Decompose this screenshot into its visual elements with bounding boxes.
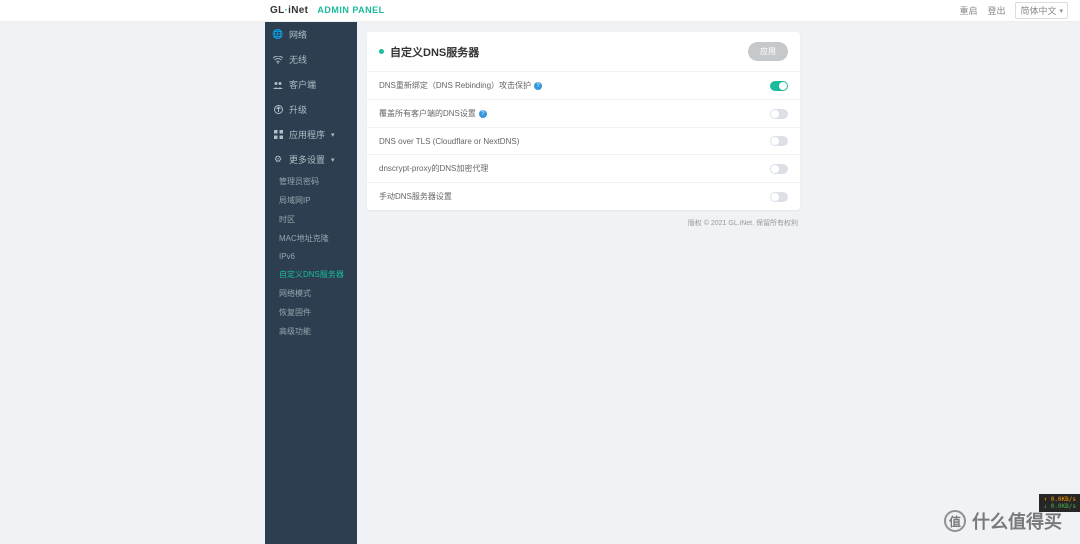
sidebar-item-wireless[interactable]: 无线: [265, 47, 357, 72]
setting-label: 覆盖所有客户端的DNS设置: [379, 108, 476, 119]
reboot-link[interactable]: 重启: [959, 4, 977, 17]
sidebar-sub-lan-ip[interactable]: 局域网IP: [265, 191, 357, 210]
sidebar-item-apps[interactable]: 应用程序 ▾: [265, 122, 357, 147]
setting-row: dnscrypt-proxy的DNS加密代理: [367, 154, 800, 182]
sidebar-item-upgrade[interactable]: 升级: [265, 97, 357, 122]
toggle-dnscrypt[interactable]: [770, 164, 788, 174]
sidebar-sub-admin-password[interactable]: 管理员密码: [265, 172, 357, 191]
setting-row: 手动DNS服务器设置: [367, 182, 800, 210]
logout-link[interactable]: 登出: [987, 4, 1005, 17]
sidebar-item-more-settings[interactable]: ⚙ 更多设置 ▾: [265, 147, 357, 172]
language-select[interactable]: 简体中文 ▾: [1015, 2, 1068, 19]
users-icon: [273, 80, 283, 90]
setting-label: 手动DNS服务器设置: [379, 191, 452, 202]
sidebar-item-clients[interactable]: 客户端: [265, 72, 357, 97]
panel-header: 自定义DNS服务器 应用: [367, 32, 800, 71]
globe-icon: 🌐: [273, 30, 283, 40]
setting-label: dnscrypt-proxy的DNS加密代理: [379, 163, 488, 174]
info-icon[interactable]: ?: [479, 110, 487, 118]
sidebar-sub-ipv6[interactable]: IPv6: [265, 248, 357, 265]
sidebar-sub-custom-dns[interactable]: 自定义DNS服务器: [265, 265, 357, 284]
watermark: 值 什么值得买: [944, 508, 1062, 534]
wifi-icon: [273, 55, 283, 65]
upgrade-icon: [273, 105, 283, 115]
gear-icon: ⚙: [273, 155, 283, 165]
bullet-icon: [379, 49, 384, 54]
sidebar: 🌐 网络 无线 客户端 升级 应用程序 ▾ ⚙ 更多设置 ▾ 管理员密码 局域网…: [265, 22, 357, 544]
setting-row: DNS over TLS (Cloudflare or NextDNS): [367, 127, 800, 154]
footer-copyright: 版权 © 2021 GL.iNet. 保留所有权利: [367, 210, 800, 236]
apps-icon: [273, 130, 283, 140]
main-content: 自定义DNS服务器 应用 DNS重新绑定（DNS Rebinding）攻击保护 …: [357, 22, 810, 544]
sidebar-sub-revert-firmware[interactable]: 恢复固件: [265, 303, 357, 322]
upload-speed: ↑ 0.0KB/s: [1043, 496, 1076, 503]
info-icon[interactable]: ?: [534, 82, 542, 90]
chevron-down-icon: ▾: [331, 131, 335, 139]
chevron-down-icon: ▾: [1059, 7, 1063, 15]
header: GL·iNet ADMIN PANEL 重启 登出 简体中文 ▾: [0, 0, 1080, 22]
sidebar-sub-mac-clone[interactable]: MAC地址克隆: [265, 229, 357, 248]
chevron-down-icon: ▾: [331, 156, 335, 164]
header-right: 重启 登出 简体中文 ▾: [959, 2, 1068, 19]
dns-panel: 自定义DNS服务器 应用 DNS重新绑定（DNS Rebinding）攻击保护 …: [367, 32, 800, 210]
setting-row: DNS重新绑定（DNS Rebinding）攻击保护 ?: [367, 71, 800, 99]
panel-title: 自定义DNS服务器: [390, 44, 479, 60]
setting-row: 覆盖所有客户端的DNS设置 ?: [367, 99, 800, 127]
toggle-dns-rebinding[interactable]: [770, 81, 788, 91]
brand-logo: GL·iNet ADMIN PANEL: [270, 5, 385, 16]
toggle-dns-tls[interactable]: [770, 136, 788, 146]
toggle-manual-dns[interactable]: [770, 192, 788, 202]
watermark-icon: 值: [944, 510, 966, 532]
sidebar-sub-network-mode[interactable]: 网络模式: [265, 284, 357, 303]
setting-label: DNS重新绑定（DNS Rebinding）攻击保护: [379, 80, 531, 91]
sidebar-sub-timezone[interactable]: 时区: [265, 210, 357, 229]
apply-button[interactable]: 应用: [748, 42, 788, 61]
toggle-override-dns[interactable]: [770, 109, 788, 119]
sidebar-sub-advanced[interactable]: 高级功能: [265, 322, 357, 341]
sidebar-item-internet[interactable]: 🌐 网络: [265, 22, 357, 47]
setting-label: DNS over TLS (Cloudflare or NextDNS): [379, 137, 519, 146]
admin-panel-label: ADMIN PANEL: [317, 5, 384, 15]
